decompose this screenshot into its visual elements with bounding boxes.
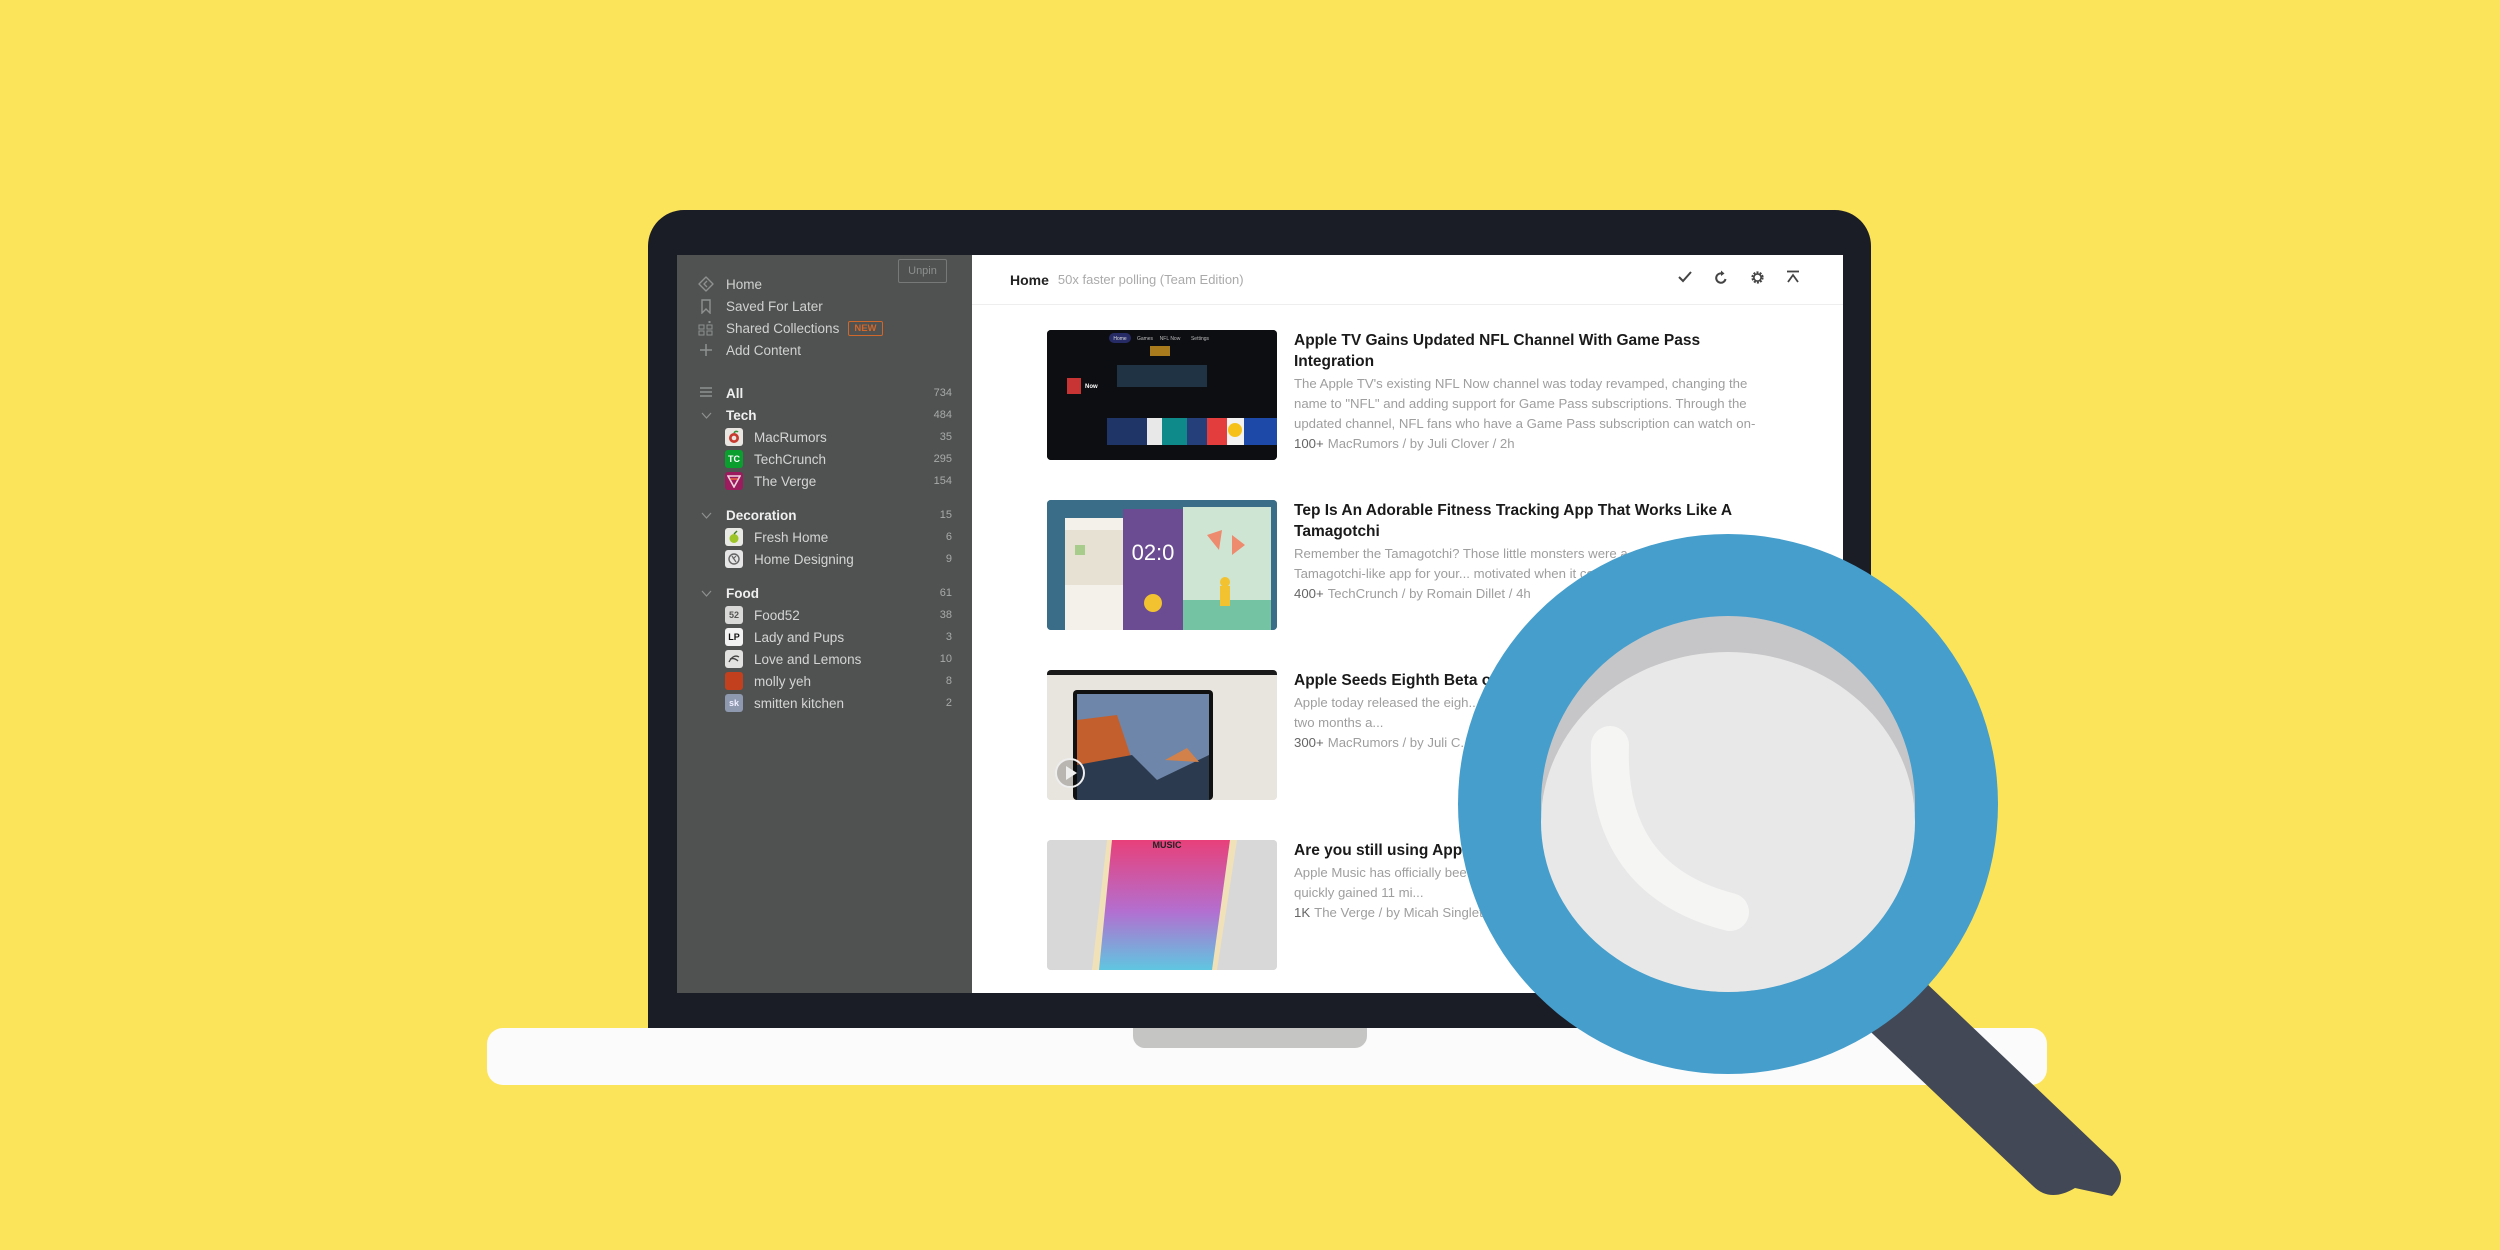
plus-icon bbox=[697, 341, 715, 359]
page-subtitle: 50x faster polling (Team Edition) bbox=[1057, 272, 1244, 287]
molly-yeh-favicon bbox=[725, 672, 743, 690]
chevron-down-icon bbox=[697, 508, 715, 522]
app-window: Unpin Home Saved For Later Shared Collec… bbox=[677, 255, 1843, 993]
unread-count: 15 bbox=[939, 509, 952, 521]
sidebar-item-home[interactable]: Home bbox=[697, 272, 762, 296]
article-thumbnail: MUSIC bbox=[1047, 840, 1277, 970]
sidebar-item-all[interactable]: All 734 bbox=[697, 381, 952, 405]
svg-text:Now: Now bbox=[1085, 384, 1098, 390]
article-summary: Remember the Tamagotchi? Those little mo… bbox=[1294, 546, 1761, 581]
engagement-count: 400+ bbox=[1294, 586, 1324, 601]
check-icon[interactable] bbox=[1675, 270, 1695, 290]
article-text: Are you still using App... Apple Music h… bbox=[1294, 840, 1774, 923]
article-meta: 100+ MacRumors / by Juli Clover / 2h bbox=[1294, 436, 1515, 451]
article-text: Tep Is An Adorable Fitness Tracking App … bbox=[1294, 500, 1774, 604]
new-badge: NEW bbox=[848, 320, 883, 336]
home-icon bbox=[697, 275, 715, 293]
article-title[interactable]: Apple Seeds Eighth Beta o... Sixth Beta … bbox=[1294, 670, 1774, 691]
the-verge-favicon bbox=[725, 472, 743, 490]
sidebar-item-add-content[interactable]: Add Content bbox=[697, 338, 801, 362]
unread-count: 61 bbox=[939, 587, 952, 599]
sidebar-group-decoration[interactable]: Decoration 15 bbox=[697, 503, 952, 527]
fresh-home-favicon bbox=[725, 528, 743, 546]
bookmark-icon bbox=[697, 297, 715, 315]
article-title[interactable]: Apple TV Gains Updated NFL Channel With … bbox=[1294, 330, 1774, 372]
article-meta: 1K The Verge / by Micah Singlet... bbox=[1294, 905, 1494, 920]
chevron-down-icon bbox=[697, 586, 715, 600]
article-summary: Apple Music has officially bee... it's h… bbox=[1294, 865, 1732, 900]
article-summary: The Apple TV's existing NFL Now channel … bbox=[1294, 376, 1756, 431]
sidebar-feed-fresh-home[interactable]: Fresh Home 6 bbox=[725, 525, 952, 549]
article-meta: 300+ MacRumors / by Juli C... bbox=[1294, 735, 1472, 750]
engagement-count: 100+ bbox=[1294, 436, 1324, 451]
article-item[interactable]: 02:0 Tep Is An Adorable Fitness Tracking… bbox=[1047, 500, 1777, 630]
article-title[interactable]: Tep Is An Adorable Fitness Tracking App … bbox=[1294, 500, 1774, 542]
sidebar-feed-macrumors[interactable]: MacRumors 35 bbox=[725, 425, 952, 449]
unread-count: 734 bbox=[933, 387, 952, 399]
article-item[interactable]: Home Games NFL Now Settings Now Apple TV… bbox=[1047, 330, 1777, 460]
engagement-count: 1K bbox=[1294, 905, 1311, 920]
laptop-notch bbox=[1133, 1028, 1367, 1048]
smitten-kitchen-favicon: sk bbox=[725, 694, 743, 712]
sidebar-item-label: Add Content bbox=[726, 342, 802, 358]
collapse-icon[interactable] bbox=[1783, 270, 1803, 290]
sidebar-group-food[interactable]: Food 61 bbox=[697, 581, 952, 605]
sidebar-item-label: Home bbox=[726, 276, 763, 292]
article-thumbnail bbox=[1047, 670, 1277, 800]
tab-label: Settings bbox=[1191, 336, 1210, 342]
page-title: Home bbox=[1010, 271, 1049, 288]
page-header: Home 50x faster polling (Team Edition) bbox=[972, 255, 1843, 305]
sidebar-feed-molly-yeh[interactable]: molly yeh 8 bbox=[725, 669, 952, 693]
sidebar-item-label: Shared Collections bbox=[726, 320, 840, 336]
clock-text: 02:0 bbox=[1132, 540, 1175, 565]
unpin-button[interactable]: Unpin bbox=[898, 259, 947, 283]
techcrunch-favicon: TC bbox=[725, 450, 743, 468]
home-designing-favicon bbox=[725, 550, 743, 568]
gear-icon[interactable] bbox=[1747, 270, 1767, 290]
article-thumbnail: Home Games NFL Now Settings Now bbox=[1047, 330, 1277, 460]
love-and-lemons-favicon bbox=[725, 650, 743, 668]
sidebar-item-label: Saved For Later bbox=[726, 298, 823, 314]
sidebar-feed-home-designing[interactable]: Home Designing 9 bbox=[725, 547, 952, 571]
collections-icon bbox=[697, 319, 715, 337]
tab-label: NFL Now bbox=[1160, 336, 1181, 342]
header-actions bbox=[1675, 270, 1803, 290]
sidebar-group-tech[interactable]: Tech 484 bbox=[697, 403, 952, 427]
sidebar-feed-lady-and-pups[interactable]: LP Lady and Pups 3 bbox=[725, 625, 952, 649]
engagement-count: 300+ bbox=[1294, 735, 1324, 750]
article-text: Apple TV Gains Updated NFL Channel With … bbox=[1294, 330, 1774, 454]
list-icon bbox=[697, 386, 715, 401]
article-item[interactable]: MUSIC Are you still using App... Apple M… bbox=[1047, 840, 1777, 970]
sidebar: Unpin Home Saved For Later Shared Collec… bbox=[677, 255, 972, 993]
sidebar-item-shared-collections[interactable]: Shared Collections NEW bbox=[697, 316, 883, 340]
food52-favicon: 52 bbox=[725, 606, 743, 624]
lady-and-pups-favicon: LP bbox=[725, 628, 743, 646]
unread-count: 484 bbox=[933, 409, 952, 421]
article-item[interactable]: Apple Seeds Eighth Beta o... Sixth Beta … bbox=[1047, 670, 1777, 800]
article-text: Apple Seeds Eighth Beta o... Sixth Beta … bbox=[1294, 670, 1774, 753]
article-thumbnail: 02:0 bbox=[1047, 500, 1277, 630]
sidebar-feed-love-and-lemons[interactable]: Love and Lemons 10 bbox=[725, 647, 952, 671]
article-summary: Apple today released the eigh... testing… bbox=[1294, 695, 1751, 730]
sidebar-feed-techcrunch[interactable]: TC TechCrunch 295 bbox=[725, 447, 952, 471]
tab-label: Home bbox=[1113, 336, 1127, 342]
article-title[interactable]: Are you still using App... bbox=[1294, 840, 1774, 861]
tab-label: Games bbox=[1137, 336, 1154, 342]
macrumors-favicon bbox=[725, 428, 743, 446]
sidebar-feed-smitten-kitchen[interactable]: sk smitten kitchen 2 bbox=[725, 691, 952, 715]
sidebar-item-saved-for-later[interactable]: Saved For Later bbox=[697, 294, 823, 318]
article-meta: 400+ TechCrunch / by Romain Dillet / 4h bbox=[1294, 586, 1531, 601]
sidebar-feed-food52[interactable]: 52 Food52 38 bbox=[725, 603, 952, 627]
chevron-down-icon bbox=[697, 408, 715, 422]
refresh-icon[interactable] bbox=[1711, 270, 1731, 290]
sidebar-feed-the-verge[interactable]: The Verge 154 bbox=[725, 469, 952, 493]
music-label: MUSIC bbox=[1153, 840, 1183, 850]
